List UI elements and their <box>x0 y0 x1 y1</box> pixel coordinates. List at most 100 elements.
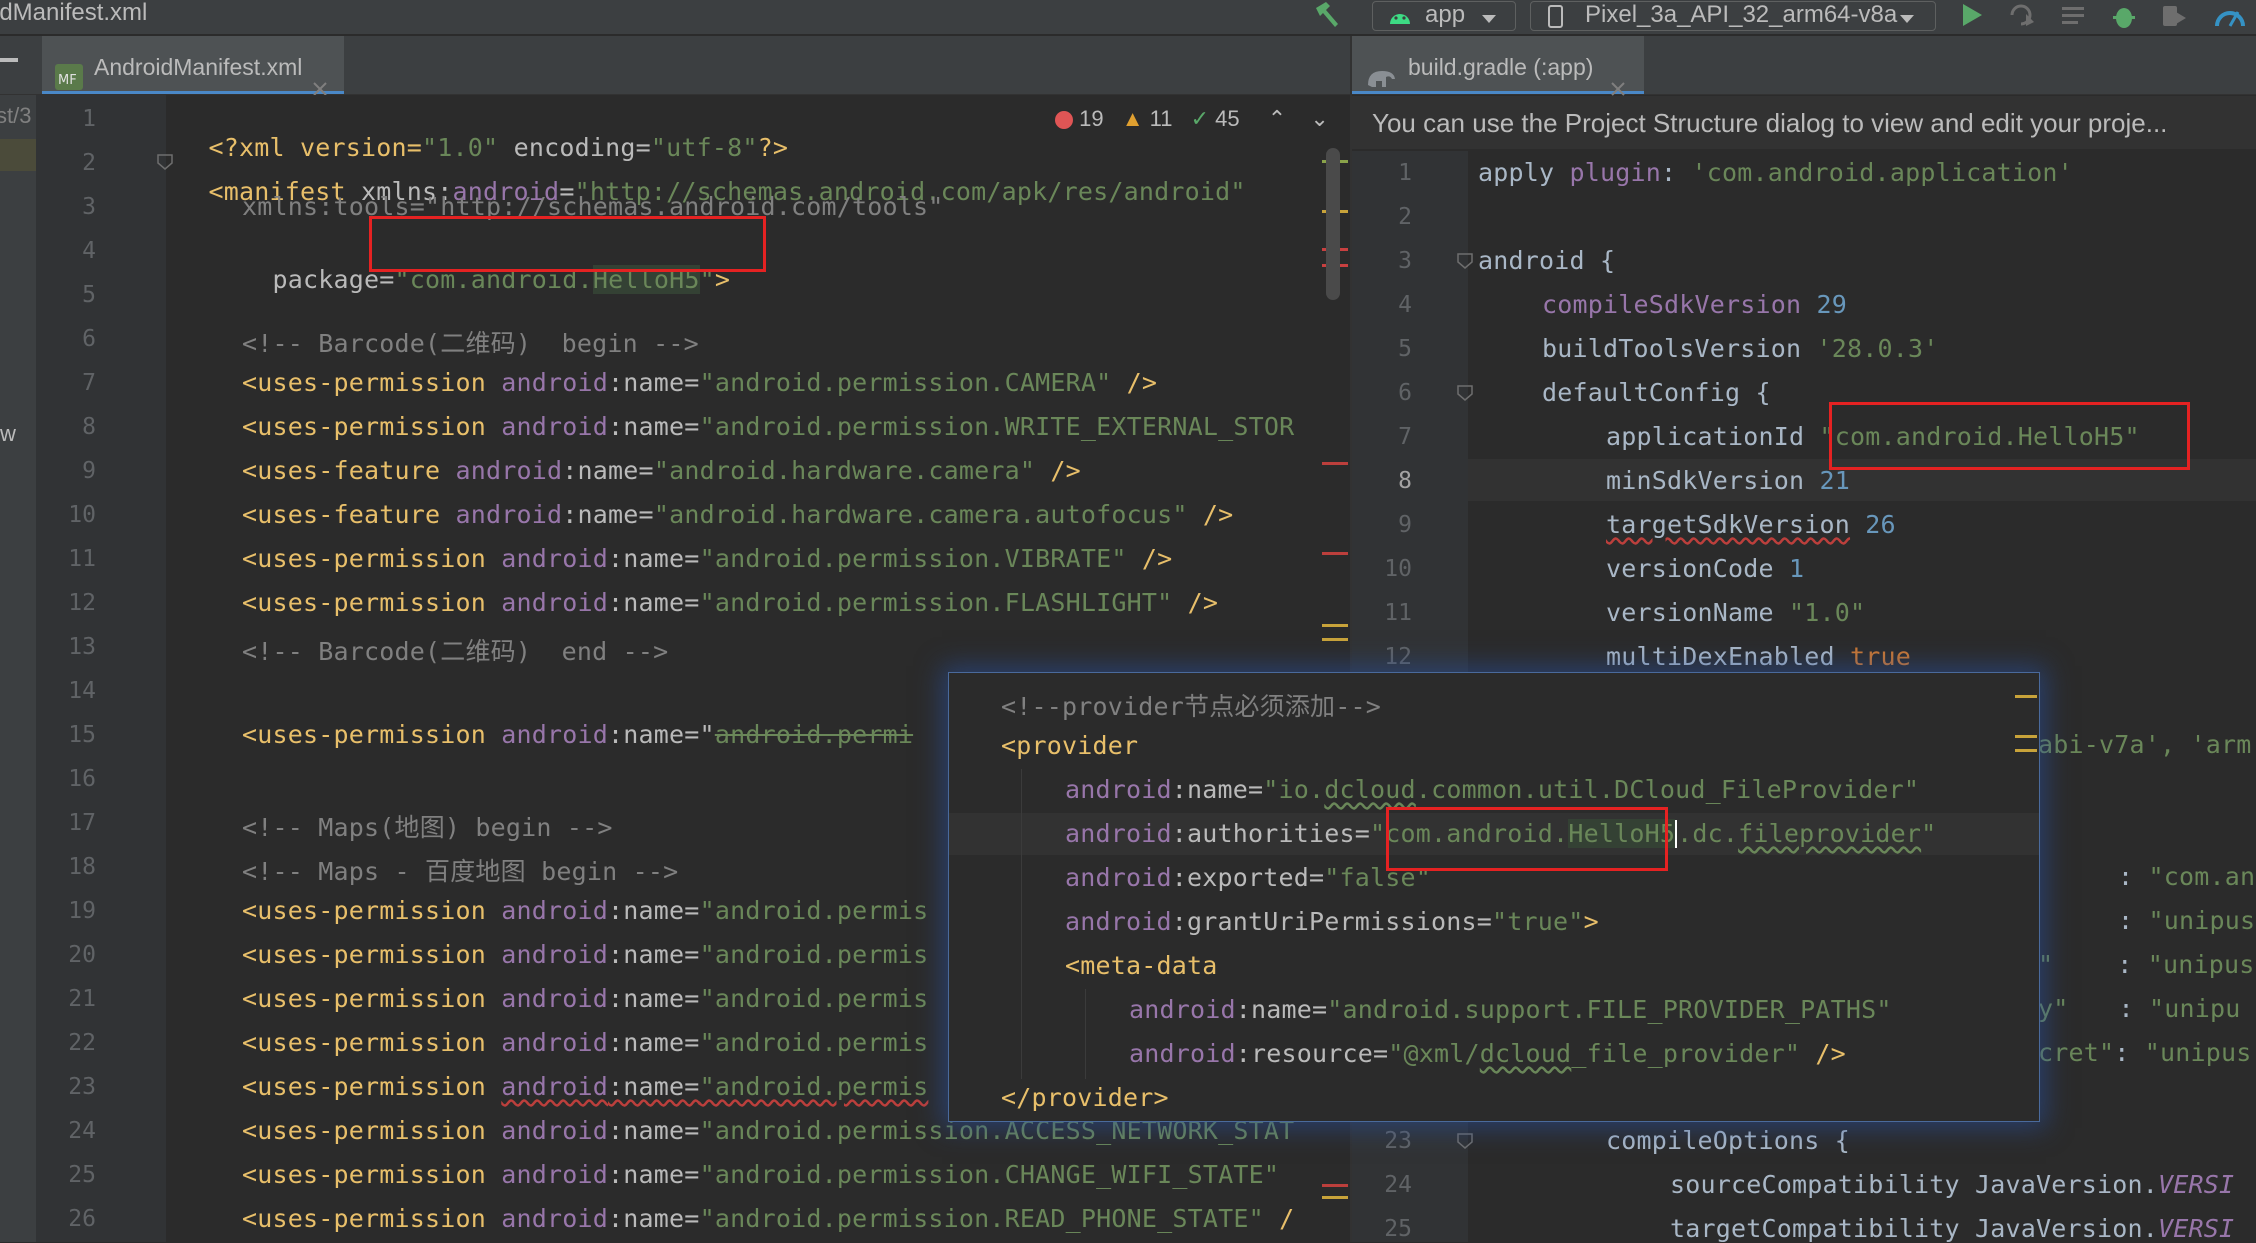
scrollbar-thumb[interactable] <box>1326 148 1340 300</box>
line-number: 14 <box>68 678 96 704</box>
popup-line-name: android:name="io.dcloud.common.util.DClo… <box>1065 775 1920 804</box>
authorities-highlight-box <box>1386 807 1668 871</box>
stripe-mark[interactable] <box>1322 1184 1348 1187</box>
line-number: 6 <box>1398 380 1412 406</box>
warning-count: 11 <box>1149 106 1173 131</box>
gradle-manifest-placeholder-2: : "unipus <box>2118 906 2256 935</box>
chevron-down-icon <box>1481 11 1497 23</box>
gradle-abi-fragment: abi-v7a', 'arm <box>2038 730 2252 759</box>
gradle-line-5: buildToolsVersion '28.0.3' <box>1542 334 1939 363</box>
error-count: 19 <box>1079 106 1104 131</box>
gradle-line-10: versionCode 1 <box>1606 554 1805 583</box>
line-number: 7 <box>1398 424 1412 450</box>
line-number: 20 <box>68 942 96 968</box>
main-toolbar: idManifest.xml app Pixel_3a_API_32_arm64… <box>0 0 2256 35</box>
line-number: 9 <box>1398 512 1412 538</box>
gradle-line-3: android { <box>1478 246 1616 275</box>
fold-icon[interactable] <box>1456 252 1474 270</box>
gradle-line-8: minSdkVersion 21 <box>1606 466 1851 495</box>
line-number: 3 <box>1398 248 1412 274</box>
popup-line-meta-resource: android:resource="@xml/dcloud_file_provi… <box>1129 1039 1846 1068</box>
code-line-15: <uses-permission android:name="android.p… <box>242 720 914 749</box>
gradle-manifest-placeholder-1: : "com.an <box>2118 862 2256 891</box>
left-editor-tabbar: MF AndroidManifest.xml <box>0 36 1350 96</box>
line-number: 8 <box>82 414 96 440</box>
project-tool-strip: st/3 w <box>0 95 37 1242</box>
line-number: 9 <box>82 458 96 484</box>
profiler-icon[interactable] <box>2160 2 2188 30</box>
code-line-9: <uses-feature android:name="android.hard… <box>242 456 1081 485</box>
line-number: 12 <box>68 590 96 616</box>
ok-count: 45 <box>1215 106 1240 131</box>
code-line-25: <uses-permission android:name="android.p… <box>242 1160 1280 1189</box>
fold-icon[interactable] <box>156 153 174 171</box>
code-line-19: <uses-permission android:name="android.p… <box>242 896 929 925</box>
code-line-17: <!-- Maps(地图) begin --> <box>242 813 613 842</box>
line-number: 5 <box>82 282 96 308</box>
close-icon[interactable] <box>312 58 328 96</box>
popup-line-comment: <!--provider节点必须添加--> <box>1001 692 1381 721</box>
popup-stripe-mark <box>2015 735 2037 738</box>
stripe-mark[interactable] <box>1322 638 1348 641</box>
gradle-line-6: defaultConfig { <box>1542 378 1771 407</box>
stripe-mark[interactable] <box>1322 552 1348 555</box>
code-line-22: <uses-permission android:name="android.p… <box>242 1028 929 1057</box>
code-line-7: <uses-permission android:name="android.p… <box>242 368 1158 397</box>
provider-snippet-popup: <!--provider节点必须添加--> <provider android:… <box>948 672 2040 1122</box>
fold-icon[interactable] <box>1456 384 1474 402</box>
line-number: 24 <box>68 1118 96 1144</box>
line-number: 2 <box>82 150 96 176</box>
line-number: 6 <box>82 326 96 352</box>
manifest-file-icon: MF <box>54 52 84 90</box>
check-icon: ✓ <box>1190 106 1210 131</box>
line-number: 8 <box>1398 468 1412 494</box>
line-number: 23 <box>1384 1128 1412 1154</box>
line-number: 18 <box>68 854 96 880</box>
line-number: 23 <box>68 1074 96 1100</box>
popup-guide-line <box>1021 769 1022 1079</box>
gradle-line-4: compileSdkVersion 29 <box>1542 290 1848 319</box>
error-icon <box>1055 111 1073 129</box>
chevron-up-icon[interactable]: ⌃ <box>1268 106 1286 131</box>
stripe-mark[interactable] <box>1322 624 1348 627</box>
line-number: 12 <box>1384 644 1412 670</box>
code-line-23: <uses-permission android:name="android.p… <box>242 1072 929 1101</box>
line-number: 21 <box>68 986 96 1012</box>
run-config-selector[interactable]: app <box>1372 1 1516 31</box>
device-selector[interactable]: Pixel_3a_API_32_arm64-v8a <box>1530 1 1936 31</box>
line-number: 25 <box>1384 1216 1412 1242</box>
gauge-icon[interactable] <box>2214 2 2246 30</box>
gradle-line-1: apply plugin: 'com.android.application' <box>1478 158 2073 187</box>
code-line-6: <!-- Barcode(二维码) begin --> <box>242 329 699 358</box>
minimize-icon[interactable] <box>0 58 18 62</box>
tab-androidmanifest[interactable]: MF AndroidManifest.xml <box>42 36 344 96</box>
inspection-widget[interactable]: 19 ▲ 11 ✓ 45 ⌃ ⌄ <box>1055 106 1329 132</box>
list-icon[interactable] <box>2060 4 2088 28</box>
chevron-down-icon[interactable]: ⌄ <box>1310 106 1328 131</box>
gradle-line-24: sourceCompatibility JavaVersion.VERSI <box>1670 1170 2235 1199</box>
code-line-10: <uses-feature android:name="android.hard… <box>242 500 1234 529</box>
run-icon[interactable] <box>1960 2 1984 28</box>
chevron-down-icon <box>1899 11 1915 23</box>
project-structure-banner[interactable]: You can use the Project Structure dialog… <box>1352 96 2256 150</box>
tab-label: AndroidManifest.xml <box>94 54 303 80</box>
gradle-line-9: targetSdkVersion 26 <box>1606 510 1896 539</box>
fold-icon[interactable] <box>1456 1132 1474 1150</box>
popup-line-meta-name: android:name="android.support.FILE_PROVI… <box>1129 995 1892 1024</box>
line-number: 26 <box>68 1206 96 1232</box>
stripe-mark[interactable] <box>1322 1196 1348 1199</box>
debug-bug-icon[interactable] <box>2110 2 2138 30</box>
stripe-mark[interactable] <box>1322 462 1348 465</box>
line-number: 11 <box>68 546 96 572</box>
tab-build-gradle[interactable]: build.gradle (:app) <box>1352 36 1644 96</box>
line-number: 4 <box>82 238 96 264</box>
line-number: 16 <box>68 766 96 792</box>
project-selected-item[interactable] <box>0 139 36 171</box>
apply-changes-icon[interactable] <box>2008 2 2036 28</box>
build-hammer-icon[interactable] <box>1312 0 1342 28</box>
line-number: 25 <box>68 1162 96 1188</box>
popup-guide-line <box>1085 989 1086 1079</box>
project-item-marker: w <box>0 421 16 446</box>
close-icon[interactable] <box>1610 58 1626 96</box>
right-editor-tabbar: build.gradle (:app) <box>1352 36 2256 96</box>
